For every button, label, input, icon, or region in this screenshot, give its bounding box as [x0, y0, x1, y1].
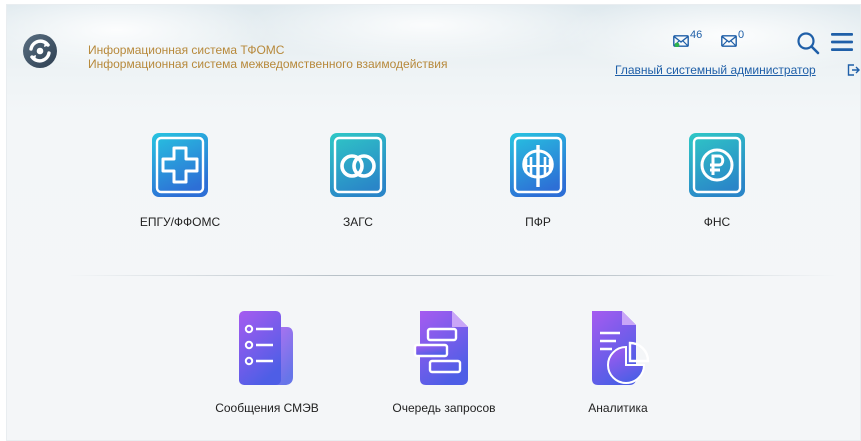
- system-subtitle: Информационная система межведомственного…: [88, 57, 448, 71]
- search-icon[interactable]: [795, 30, 821, 56]
- tile-label: ПФР: [525, 215, 551, 229]
- inbox-mail-icon: [673, 35, 689, 47]
- app-frame: Информационная система ТФОМС Информацион…: [6, 4, 861, 441]
- tile-label: Аналитика: [588, 401, 648, 415]
- tile-label: ЗАГС: [343, 215, 373, 229]
- tile-analytics[interactable]: Аналитика: [538, 307, 698, 415]
- rings-icon: [330, 133, 386, 197]
- user-profile-link[interactable]: Главный системный администратор: [615, 63, 816, 77]
- tile-epgu-ffoms[interactable]: ЕПГУ/ФФОМС: [100, 131, 260, 229]
- section-divider: [67, 275, 837, 276]
- tile-pfr[interactable]: ПФР: [458, 131, 618, 229]
- tile-smev-messages[interactable]: Сообщения СМЭВ: [187, 307, 347, 415]
- messages-list-icon: [239, 311, 293, 385]
- tile-label: ФНС: [703, 215, 731, 229]
- pfr-emblem-icon: [510, 133, 566, 197]
- inbox-button[interactable]: 46: [673, 29, 702, 47]
- ruble-icon: [689, 133, 745, 197]
- outbox-button[interactable]: 0: [721, 29, 744, 47]
- tfoms-logo-icon[interactable]: [22, 33, 58, 69]
- tile-zags[interactable]: ЗАГС: [278, 131, 438, 229]
- system-title: Информационная система ТФОМС: [88, 43, 285, 57]
- tile-label: Сообщения СМЭВ: [215, 401, 319, 415]
- analytics-report-icon: [592, 311, 650, 385]
- menu-icon[interactable]: [829, 30, 855, 54]
- tile-fns[interactable]: ФНС: [637, 131, 797, 229]
- tile-label: ЕПГУ/ФФОМС: [139, 215, 221, 229]
- outbox-count: 0: [738, 29, 745, 41]
- inbox-count: 46: [690, 29, 703, 41]
- system-titles: Информационная система ТФОМС Информацион…: [88, 43, 447, 71]
- medical-cross-icon: [152, 133, 208, 197]
- tile-label: Очередь запросов: [392, 401, 496, 415]
- tile-request-queue[interactable]: Очередь запросов: [364, 307, 524, 415]
- outbox-mail-icon: [721, 35, 737, 47]
- logout-icon[interactable]: [846, 63, 860, 77]
- queue-document-icon: [413, 311, 468, 385]
